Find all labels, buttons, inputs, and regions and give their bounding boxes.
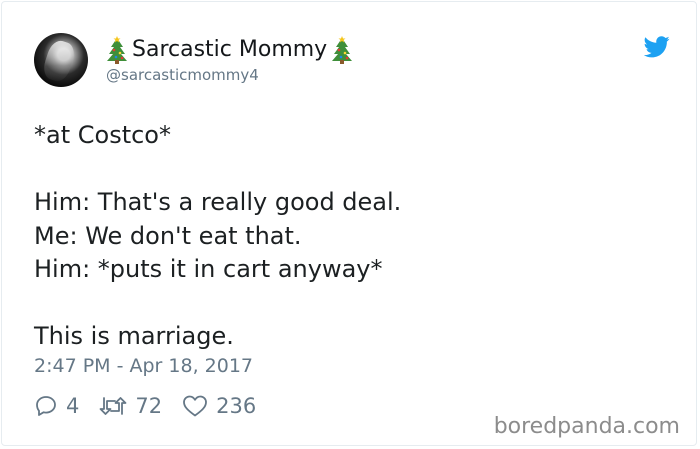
reply-icon [36, 396, 56, 416]
tweet-card: Sarcastic Mommy @sarcasticmommy4 *at Cos… [1, 1, 697, 446]
tweet-line: This is marriage. [34, 322, 234, 350]
tweet-line: *at Costco* [34, 121, 171, 149]
heart-icon [183, 395, 208, 417]
reply-count: 4 [66, 394, 80, 418]
like-button[interactable]: 236 [182, 394, 256, 418]
tweet-actions: 4 72 236 [34, 394, 276, 418]
tweet-line: ​ [34, 287, 401, 321]
retweet-icon [99, 397, 127, 415]
retweet-count: 72 [135, 394, 163, 418]
author-handle[interactable]: @sarcasticmommy4 [106, 66, 259, 84]
tweet-line: Him: *puts it in cart anyway* [34, 255, 383, 283]
avatar[interactable] [34, 33, 88, 87]
author-name-row[interactable]: Sarcastic Mommy [106, 35, 353, 65]
tweet-line: Me: We don't eat that. [34, 221, 302, 250]
tweet-text: *at Costco* ​ Him: That's a really good … [34, 119, 401, 354]
display-name[interactable]: Sarcastic Mommy [132, 35, 327, 65]
twitter-bird-icon[interactable] [644, 36, 670, 58]
christmas-tree-icon [107, 36, 127, 64]
christmas-tree-icon [332, 36, 353, 64]
like-count: 236 [216, 394, 257, 418]
tweet-line: ​ [34, 153, 401, 187]
reply-button[interactable]: 4 [34, 394, 79, 418]
retweet-button[interactable]: 72 [99, 394, 162, 418]
tweet-timestamp[interactable]: 2:47 PM - Apr 18, 2017 [34, 355, 253, 377]
watermark: boredpanda.com [493, 414, 680, 439]
tweet-line: Him: That's a really good deal. [34, 188, 402, 216]
